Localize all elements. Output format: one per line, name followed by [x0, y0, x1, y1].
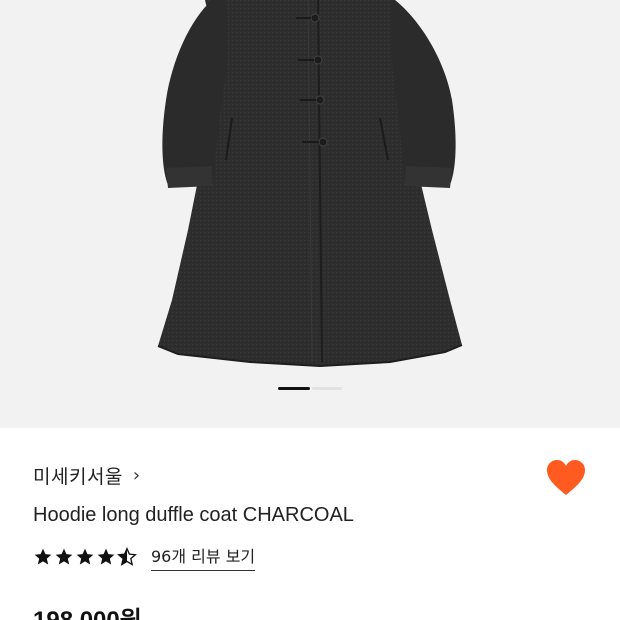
star-icon	[34, 548, 52, 565]
reviews-link[interactable]: 96개 리뷰 보기	[151, 543, 256, 571]
product-title: Hoodie long duffle coat CHARCOAL	[33, 504, 354, 526]
rating-stars	[33, 547, 137, 567]
star-half-icon	[117, 547, 137, 566]
brand-link[interactable]: 미세키서울 ›	[33, 462, 140, 489]
star-icon	[55, 548, 73, 565]
brand-name: 미세키서울	[33, 466, 123, 488]
product-info-panel: 미세키서울 › Hoodie long duffle coat CHARCOAL…	[0, 428, 620, 620]
star-icon	[76, 548, 94, 565]
chevron-right-icon: ›	[132, 465, 141, 486]
heart-icon[interactable]	[545, 459, 587, 497]
product-image-gallery[interactable]	[0, 0, 620, 428]
star-icon	[97, 548, 115, 565]
product-price: 198,000원	[33, 600, 142, 620]
product-image	[157, 0, 463, 368]
gallery-pagination	[0, 387, 620, 391]
pagination-dot[interactable]	[312, 387, 342, 390]
rating-row: 96개 리뷰 보기	[33, 543, 256, 571]
pagination-dot-active[interactable]	[278, 387, 310, 390]
